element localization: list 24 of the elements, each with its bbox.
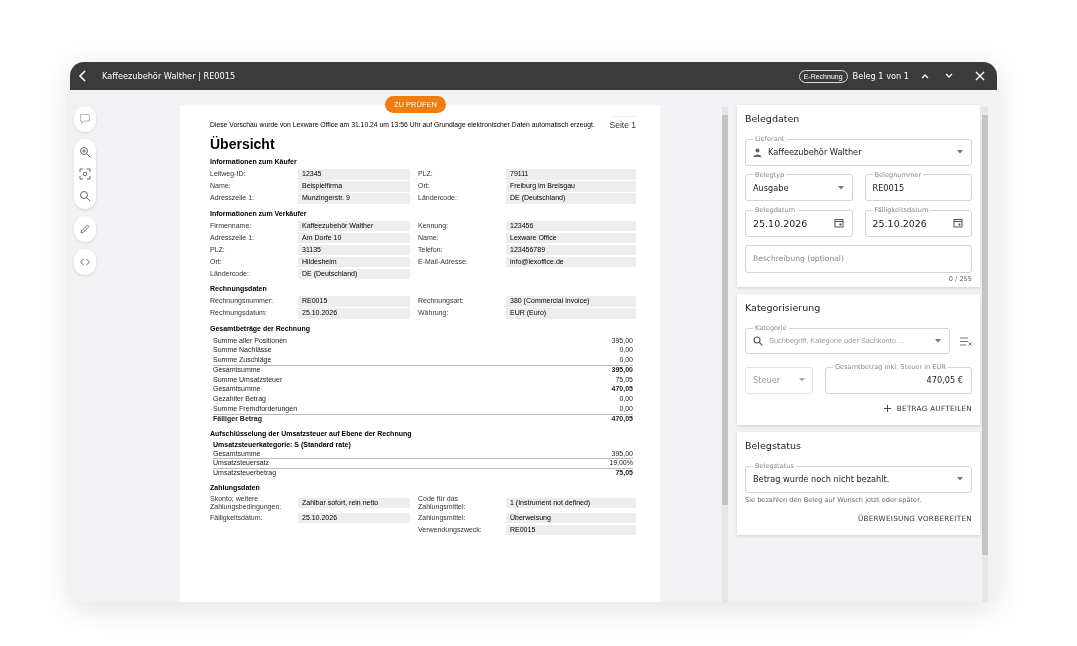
document-counter: Beleg 1 von 1 <box>852 71 909 81</box>
caret-icon <box>957 150 963 155</box>
close-icon <box>975 71 985 81</box>
caret-icon <box>837 185 844 190</box>
person-icon <box>753 147 762 157</box>
page-label: Seite 1 <box>609 116 636 130</box>
caret-icon <box>935 338 941 343</box>
calendar-icon[interactable] <box>953 218 963 229</box>
window-title: Kaffeezubehör Walther | RE0015 <box>102 71 236 81</box>
caret-icon <box>799 378 805 383</box>
document-heading: Übersicht <box>210 136 276 152</box>
filter-list-icon[interactable] <box>960 337 972 347</box>
chevron-down-icon <box>944 72 954 80</box>
calendar-icon[interactable] <box>833 218 844 229</box>
scrollbar[interactable] <box>722 107 728 602</box>
card-title: Kategorisierung <box>745 300 822 315</box>
plus-icon <box>883 404 891 412</box>
card-title: Belegstatus <box>745 438 803 453</box>
caret-icon <box>957 477 963 482</box>
chevron-up-icon <box>920 72 930 80</box>
scrollbar[interactable] <box>982 107 988 602</box>
card-title: Belegdaten <box>745 112 801 126</box>
close-button[interactable] <box>973 69 987 83</box>
search-icon <box>753 335 763 346</box>
